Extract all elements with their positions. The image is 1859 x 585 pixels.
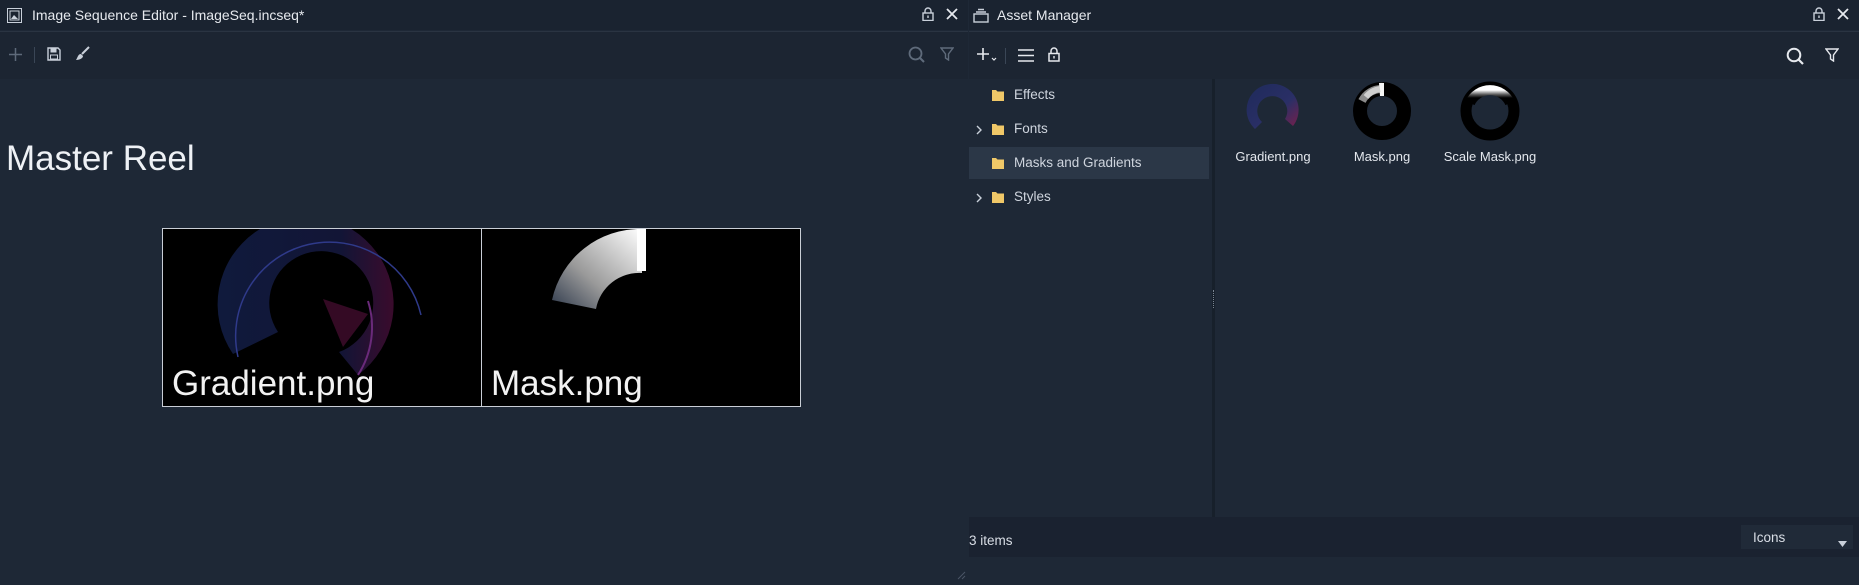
asset-item-scale-mask[interactable]: Scale Mask.png [1435, 79, 1545, 169]
search-icon[interactable] [1786, 47, 1804, 65]
frame-caption: Gradient.png [172, 364, 375, 403]
asset-manager-title: Asset Manager [997, 7, 1092, 23]
asset-item-gradient[interactable]: Gradient.png [1218, 79, 1328, 169]
view-mode-select[interactable]: Icons [1741, 525, 1853, 549]
chevron-right-icon[interactable] [973, 191, 985, 203]
list-view-icon[interactable] [1018, 49, 1034, 62]
mask-asset-thumbnail [1353, 82, 1411, 140]
chevron-right-icon[interactable] [973, 123, 985, 135]
resize-grip[interactable] [954, 567, 966, 580]
search-icon[interactable] [908, 46, 925, 63]
gradient-asset-thumbnail [1246, 83, 1299, 129]
asset-manager-panel: Asset Manager Effects Fonts Masks and Gr… [969, 0, 1859, 581]
tree-item-label: Masks and Gradients [1014, 155, 1142, 170]
editor-title: Image Sequence Editor - ImageSeq.incseq* [32, 7, 305, 23]
filter-icon[interactable] [1825, 48, 1839, 62]
close-icon[interactable] [946, 8, 958, 20]
asset-grid: Gradient.png Mask.png Scale Mask.png [1215, 79, 1859, 517]
tree-item-label: Effects [1014, 87, 1056, 102]
add-dropdown-icon[interactable] [977, 48, 997, 62]
tree-item-label: Fonts [1014, 121, 1048, 136]
editor-toolbar [0, 31, 968, 79]
filter-icon[interactable] [940, 47, 954, 61]
image-sequence-editor-panel: Image Sequence Editor - ImageSeq.incseq*… [0, 0, 968, 581]
tree-item-styles[interactable]: Styles [969, 181, 1209, 213]
folder-icon [991, 190, 1005, 204]
close-icon[interactable] [1837, 8, 1849, 20]
reel-canvas: Master Reel Gradient.png Mask.png [0, 79, 968, 581]
asset-label: Mask.png [1353, 149, 1411, 164]
asset-manager-toolbar [969, 31, 1859, 79]
add-icon[interactable] [9, 48, 22, 61]
folder-icon [991, 122, 1005, 136]
reel-title: Master Reel [6, 139, 195, 178]
tree-item-label: Styles [1014, 189, 1051, 204]
asset-label: Gradient.png [1235, 149, 1311, 164]
folder-tree: Effects Fonts Masks and Gradients Styles [969, 79, 1212, 517]
lock-icon[interactable] [1048, 47, 1060, 62]
asset-label: Scale Mask.png [1443, 149, 1537, 164]
tree-item-effects[interactable]: Effects [969, 79, 1209, 111]
scale-mask-asset-thumbnail [1460, 81, 1520, 141]
folder-icon [991, 156, 1005, 170]
asset-manager-icon [973, 8, 989, 23]
chevron-down-icon [1838, 534, 1847, 552]
status-bar: 3 items Icons [969, 517, 1859, 557]
editor-titlebar: Image Sequence Editor - ImageSeq.incseq* [0, 0, 968, 30]
lock-icon[interactable] [1813, 7, 1825, 21]
item-count: 3 items [969, 533, 1013, 548]
asset-manager-titlebar: Asset Manager [969, 0, 1859, 30]
reel-frame-mask[interactable]: Mask.png [481, 228, 801, 407]
folder-icon [991, 88, 1005, 102]
toolbar-separator [34, 47, 35, 63]
brush-icon[interactable] [75, 46, 90, 61]
view-mode-value: Icons [1753, 530, 1786, 545]
tree-item-fonts[interactable]: Fonts [969, 113, 1209, 145]
asset-item-mask[interactable]: Mask.png [1327, 79, 1437, 169]
image-sequence-icon [7, 8, 22, 23]
frame-caption: Mask.png [491, 364, 643, 403]
toolbar-separator [1005, 48, 1006, 64]
lock-icon[interactable] [922, 7, 934, 21]
tree-item-masks-and-gradients[interactable]: Masks and Gradients [969, 147, 1209, 179]
bottom-strip [969, 557, 1859, 581]
reel-frame-gradient[interactable]: Gradient.png [162, 228, 482, 407]
save-icon[interactable] [47, 47, 61, 61]
